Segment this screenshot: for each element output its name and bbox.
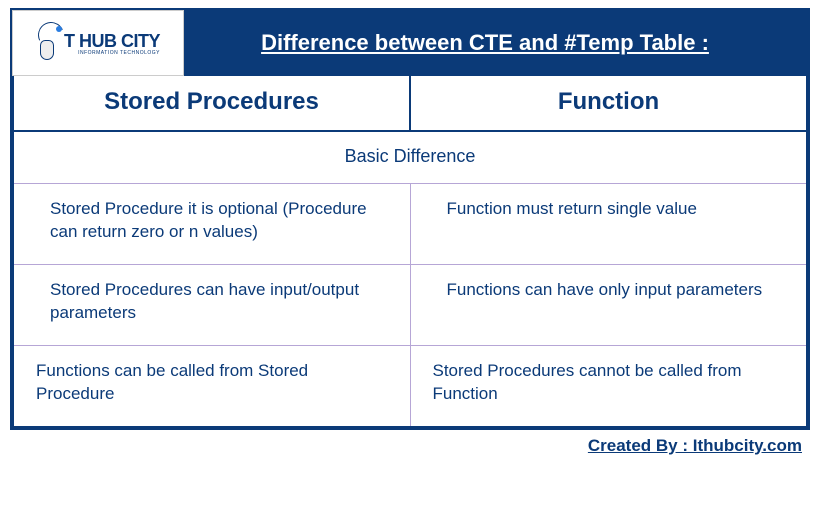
header-stored-procedures: Stored Procedures (14, 76, 411, 130)
header-function: Function (411, 76, 806, 130)
column-headers: Stored Procedures Function (14, 74, 806, 130)
table-row: Functions can be called from Stored Proc… (14, 346, 806, 426)
brand-logo: T HUB CITY INFORMATION TECHNOLOGY (12, 10, 184, 76)
cell-left: Functions can be called from Stored Proc… (14, 346, 411, 426)
page-title: Difference between CTE and #Temp Table : (184, 12, 806, 74)
brand-subtext: INFORMATION TECHNOLOGY (64, 50, 160, 56)
comparison-card: T HUB CITY INFORMATION TECHNOLOGY Differ… (10, 8, 810, 430)
section-header: Basic Difference (14, 130, 806, 184)
footer-credit: Created By : Ithubcity.com (0, 430, 820, 456)
cell-right: Functions can have only input parameters (411, 265, 807, 345)
mouse-icon (36, 24, 60, 62)
cell-right: Function must return single value (411, 184, 807, 264)
cell-right: Stored Procedures cannot be called from … (411, 346, 807, 426)
table-row: Stored Procedure it is optional (Procedu… (14, 184, 806, 265)
cell-left: Stored Procedure it is optional (Procedu… (14, 184, 411, 264)
table-row: Stored Procedures can have input/output … (14, 265, 806, 346)
brand-text: T HUB CITY (64, 31, 160, 52)
title-bar: T HUB CITY INFORMATION TECHNOLOGY Differ… (14, 12, 806, 74)
cell-left: Stored Procedures can have input/output … (14, 265, 411, 345)
